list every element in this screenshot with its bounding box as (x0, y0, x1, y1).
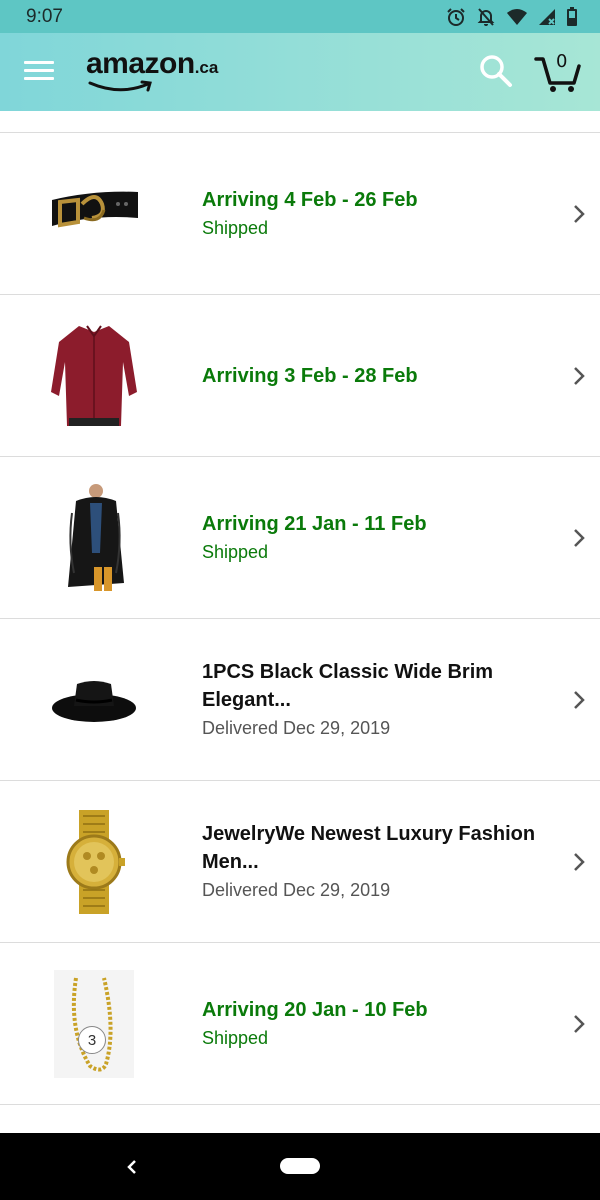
chevron-right-icon (574, 204, 585, 223)
alarm-icon (447, 7, 465, 26)
product-image-red-shirt (44, 322, 144, 430)
order-text: 1PCS Black Classic Wide Brim Elegant... … (202, 658, 550, 742)
order-subtitle: Delivered Dec 29, 2019 (202, 717, 391, 738)
battery-icon (567, 6, 577, 26)
order-title: Arriving 21 Jan - 11 Feb (202, 512, 427, 535)
chevron-right-icon (574, 852, 585, 871)
back-icon[interactable] (124, 1157, 140, 1177)
list-top-divider (0, 111, 600, 133)
chevron-right-icon (574, 1014, 585, 1033)
order-title: Arriving 3 Feb - 28 Feb (202, 364, 418, 387)
order-subtitle: Shipped (202, 541, 269, 562)
order-title: Arriving 20 Jan - 10 Feb (202, 998, 428, 1021)
product-image-belt (44, 160, 144, 268)
app-header: amazon.ca 0 (0, 33, 600, 111)
amazon-logo[interactable]: amazon.ca (86, 47, 219, 92)
chevron-right-icon (574, 528, 585, 547)
status-icons (446, 6, 578, 27)
order-subtitle: Shipped (202, 1027, 269, 1048)
menu-button[interactable] (24, 61, 54, 85)
quantity-badge: 3 (78, 1026, 106, 1054)
status-bar: 9:07 (0, 0, 600, 33)
order-item[interactable]: Arriving 3 Feb - 28 Feb (0, 295, 600, 457)
system-nav-bar (0, 1133, 600, 1200)
chevron-right-icon (574, 366, 585, 385)
order-item[interactable]: Arriving 4 Feb - 26 Feb Shipped (0, 133, 600, 295)
order-title: JewelryWe Newest Luxury Fashion Men... (202, 822, 536, 873)
order-item[interactable]: Arriving 21 Jan - 11 Feb Shipped (0, 457, 600, 619)
logo-smile-icon (88, 80, 152, 92)
order-text: JewelryWe Newest Luxury Fashion Men... D… (202, 820, 550, 904)
product-image-fur-coat (44, 484, 144, 592)
order-item[interactable]: 1PCS Black Classic Wide Brim Elegant... … (0, 619, 600, 781)
product-image-black-hat (44, 646, 144, 754)
order-subtitle: Delivered Dec 29, 2019 (202, 879, 391, 900)
order-item[interactable]: 3 Arriving 20 Jan - 10 Feb Shipped (0, 943, 600, 1105)
product-image-gold-watch (44, 808, 144, 916)
order-item[interactable]: JewelryWe Newest Luxury Fashion Men... D… (0, 781, 600, 943)
cart-button[interactable]: 0 (534, 51, 582, 95)
order-text: Arriving 4 Feb - 26 Feb Shipped (202, 186, 550, 242)
cart-count: 0 (556, 51, 568, 72)
cell-signal-icon (539, 8, 555, 25)
logo-suffix: .ca (194, 58, 219, 77)
status-time: 9:07 (26, 5, 63, 27)
order-title: Arriving 4 Feb - 26 Feb (202, 188, 418, 211)
chevron-right-icon (574, 690, 585, 709)
order-list: Arriving 4 Feb - 26 Feb Shipped Arriving… (0, 111, 600, 1105)
order-title: 1PCS Black Classic Wide Brim Elegant... (202, 660, 494, 711)
product-image-gold-chain (44, 970, 144, 1078)
wifi-icon (507, 8, 527, 25)
notifications-off-icon (477, 7, 495, 26)
search-icon (480, 55, 512, 87)
order-subtitle: Shipped (202, 217, 269, 238)
order-text: Arriving 3 Feb - 28 Feb (202, 362, 550, 390)
search-button[interactable] (478, 53, 514, 89)
logo-text: amazon (86, 47, 195, 80)
order-text: Arriving 20 Jan - 10 Feb Shipped (202, 996, 550, 1052)
order-text: Arriving 21 Jan - 11 Feb Shipped (202, 510, 550, 566)
home-button[interactable] (280, 1158, 320, 1174)
